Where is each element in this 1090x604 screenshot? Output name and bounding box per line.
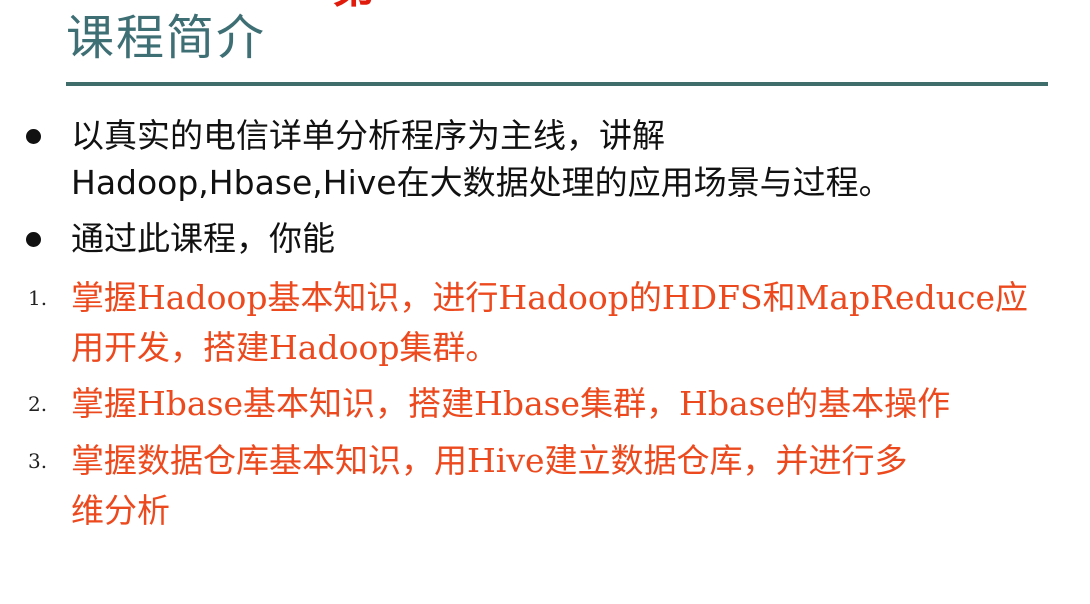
numbered-line-1: 掌握数据仓库基本知识，用Hive建立数据仓库，并进行多	[71, 441, 908, 480]
bullet-dot	[26, 232, 41, 247]
numbered-item-1: 1. 掌握Hadoop基本知识，进行Hadoop的HDFS和MapReduce应…	[0, 272, 1090, 378]
slide-content: 以真实的电信详单分析程序为主线，讲解 Hadoop,Hbase,Hive在大数据…	[0, 0, 1090, 604]
bullet-line-1: 通过此课程，你能	[71, 219, 335, 258]
slide: 第一 课程简介 以真实的电信详单分析程序为主线，讲解 Hadoop,Hbase,…	[0, 0, 1090, 604]
numbered-line-1: 掌握Hadoop基本知识，进行Hadoop的HDFS和MapReduce应	[71, 278, 1028, 317]
bullet-item-2: 通过此课程，你能	[0, 215, 1090, 267]
list-number: 3.	[28, 449, 48, 473]
numbered-line-2: 用开发，搭建Hadoop集群。	[71, 328, 499, 367]
bullet-line-2: Hadoop,Hbase,Hive在大数据处理的应用场景与过程。	[71, 163, 892, 202]
numbered-line-2: 维分析	[71, 491, 170, 530]
numbered-item-2: 2. 掌握Hbase基本知识，搭建Hbase集群，Hbase的基本操作	[0, 378, 1090, 430]
bullet-item-1: 以真实的电信详单分析程序为主线，讲解 Hadoop,Hbase,Hive在大数据…	[0, 112, 1090, 208]
numbered-item-3: 3. 掌握数据仓库基本知识，用Hive建立数据仓库，并进行多 维分析	[0, 435, 1090, 541]
numbered-line-1: 掌握Hbase基本知识，搭建Hbase集群，Hbase的基本操作	[71, 384, 951, 423]
list-number: 2.	[28, 392, 48, 416]
bullet-dot	[26, 129, 41, 144]
list-number: 1.	[28, 286, 48, 310]
bullet-line-1: 以真实的电信详单分析程序为主线，讲解	[71, 116, 665, 155]
